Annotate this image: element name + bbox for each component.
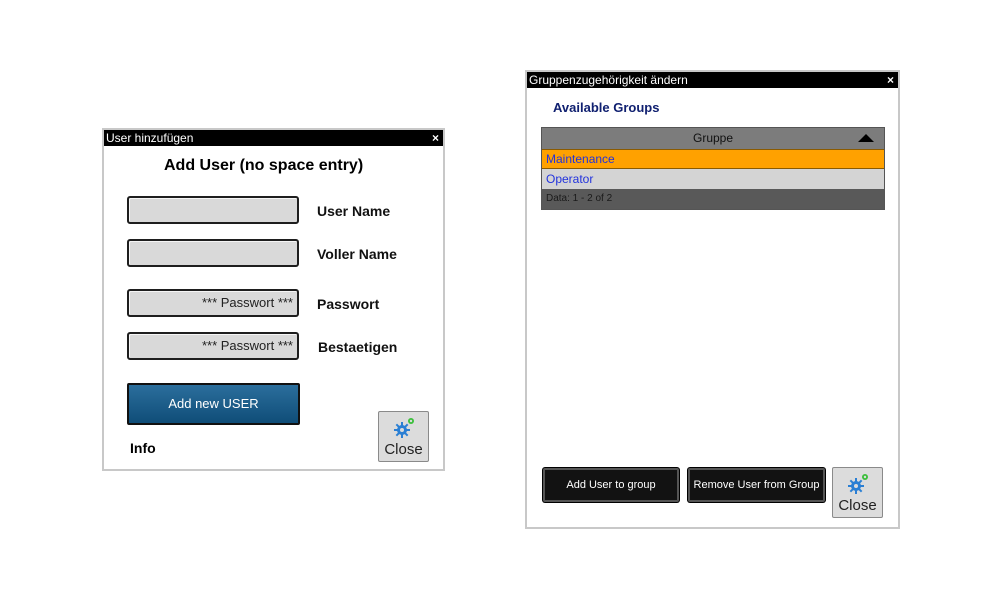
close-x-button[interactable]: × — [432, 130, 439, 146]
table-footer: Data: 1 - 2 of 2 — [542, 189, 884, 209]
add-user-to-group-button[interactable]: Add User to group — [543, 468, 679, 502]
close-x-button[interactable]: × — [887, 72, 894, 88]
add-user-dialog: User hinzufügen × Add User (no space ent… — [102, 128, 445, 471]
confirm-password-label: Bestaetigen — [318, 339, 398, 355]
dialog-title: Gruppenzugehörigkeit ändern — [529, 73, 688, 87]
full-name-input[interactable] — [127, 239, 299, 267]
column-header-label: Gruppe — [692, 131, 734, 145]
password-label: Passwort — [317, 296, 380, 312]
group-membership-dialog: Gruppenzugehörigkeit ändern × Available … — [525, 70, 900, 529]
info-label: Info — [130, 440, 156, 456]
user-name-label: User Name — [317, 203, 391, 219]
available-groups-heading: Available Groups — [553, 100, 660, 115]
column-header-gruppe[interactable]: Gruppe — [542, 128, 884, 149]
close-button[interactable]: Close — [378, 411, 429, 462]
sort-ascending-icon[interactable] — [858, 134, 874, 142]
groups-table: Gruppe Maintenance Operator Data: 1 - 2 … — [541, 127, 885, 210]
close-button-label: Close — [384, 441, 423, 458]
user-name-input[interactable] — [127, 196, 299, 224]
full-name-label: Voller Name — [317, 246, 397, 262]
table-row-operator[interactable]: Operator — [542, 169, 884, 189]
confirm-password-input[interactable]: *** Passwort *** — [127, 332, 299, 360]
dialog-title: User hinzufügen — [106, 131, 194, 145]
dialog-heading: Add User (no space entry) — [164, 157, 364, 174]
gear-icon — [392, 417, 416, 439]
password-input[interactable]: *** Passwort *** — [127, 289, 299, 317]
remove-user-from-group-button[interactable]: Remove User from Group — [688, 468, 825, 502]
close-button[interactable]: Close — [832, 467, 883, 518]
close-button-label: Close — [838, 497, 877, 514]
title-bar: Gruppenzugehörigkeit ändern × — [527, 72, 898, 88]
add-new-user-button[interactable]: Add new USER — [127, 383, 300, 425]
table-row-maintenance[interactable]: Maintenance — [542, 149, 884, 169]
gear-icon — [846, 473, 870, 495]
title-bar: User hinzufügen × — [104, 130, 443, 146]
